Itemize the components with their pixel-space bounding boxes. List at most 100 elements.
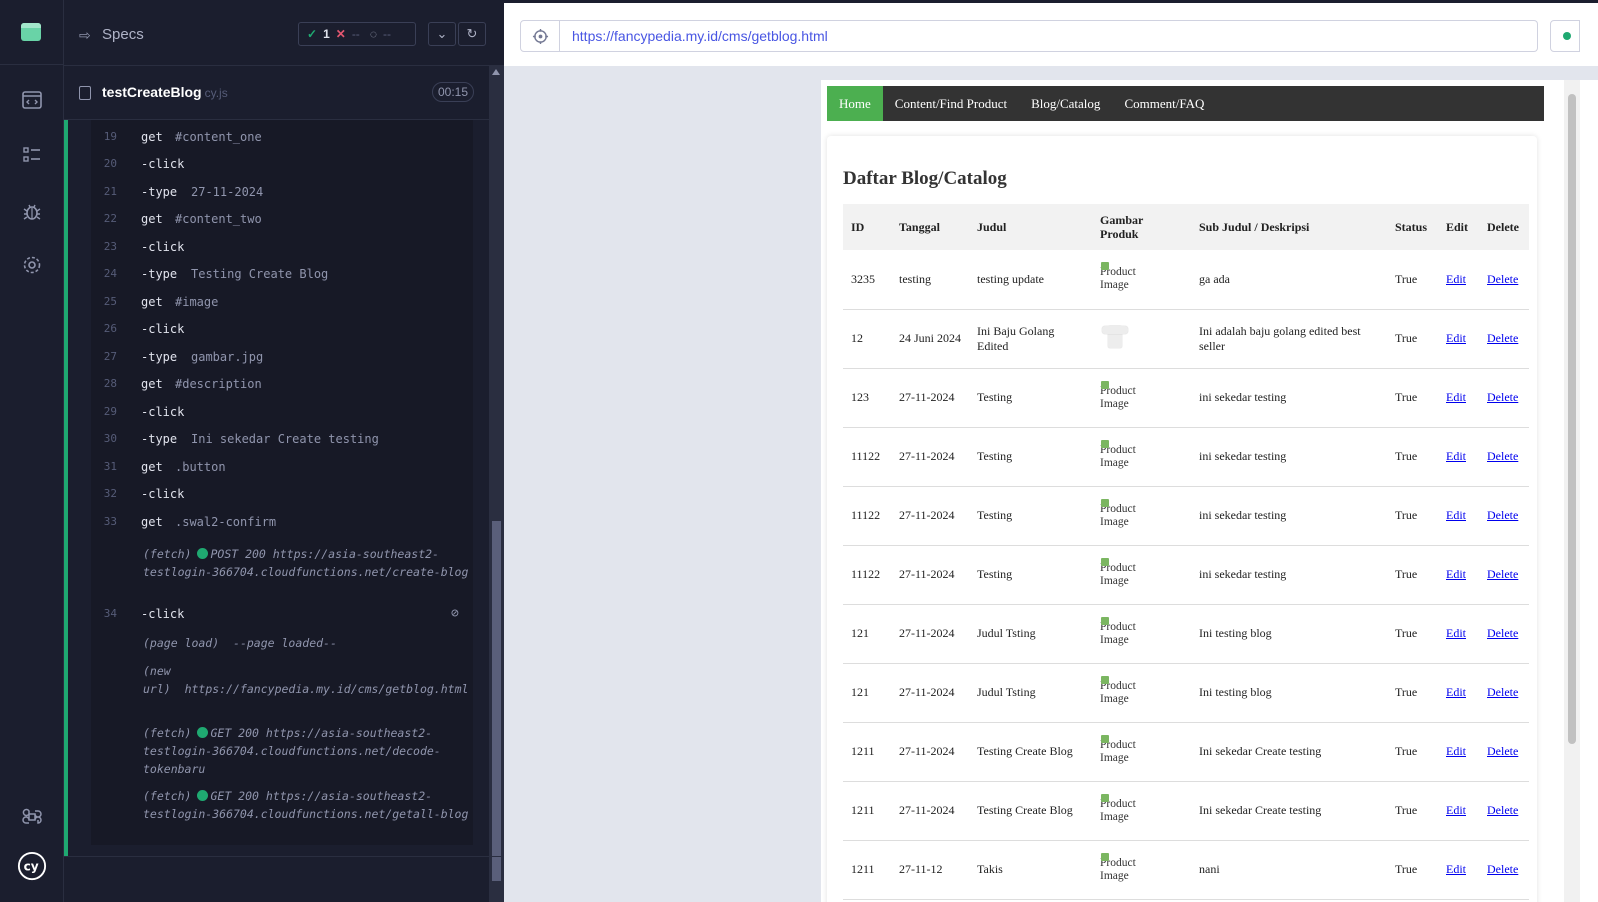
edit-link[interactable]: Edit (1446, 272, 1466, 286)
aut-url-input[interactable]: https://fancypedia.my.id/cms/getblog.htm… (560, 20, 1538, 52)
delete-link[interactable]: Delete (1487, 390, 1518, 404)
log-page-load[interactable]: (page load) --page loaded-- (143, 634, 469, 652)
command-argument: Testing Create Blog (191, 267, 329, 281)
command-row[interactable]: 22 get #content_two (91, 212, 473, 238)
specs-toggle-icon[interactable]: ⇨ (79, 27, 91, 44)
refresh-icon[interactable]: ↻ (458, 22, 486, 46)
delete-link[interactable]: Delete (1487, 567, 1518, 581)
delete-link[interactable]: Delete (1487, 508, 1518, 522)
aut-url-bar: https://fancypedia.my.id/cms/getblog.htm… (504, 0, 1598, 66)
log-new-url[interactable]: (new url) https://fancypedia.my.id/cms/g… (143, 662, 469, 698)
cell-id: 12 (843, 309, 891, 369)
log-prefix: (fetch) (143, 547, 192, 561)
edit-link[interactable]: Edit (1446, 567, 1466, 581)
log-fetch-create[interactable]: (fetch) POST 200 https://asia-southeast2-… (143, 545, 469, 581)
settings-icon[interactable] (20, 253, 44, 277)
cell-judul: Takis (969, 840, 1092, 900)
table-row: 12 24 Juni 2024 Ini Baju Golang Edited Ini … (843, 309, 1529, 369)
command-row[interactable]: 29 -click (91, 405, 473, 431)
command-row[interactable]: 24 -type Testing Create Blog (91, 267, 473, 293)
cell-deskripsi: ini sekedar testing (1191, 486, 1387, 546)
hide-icon[interactable]: ⊘ (451, 606, 459, 621)
cell-delete: Delete (1479, 722, 1529, 782)
cell-gambar: Product Image (1092, 250, 1191, 310)
selector-playground-icon[interactable] (520, 20, 560, 52)
edit-link[interactable]: Edit (1446, 508, 1466, 522)
command-row[interactable]: 19 get #content_one (91, 130, 473, 156)
cell-deskripsi: Ini testing blog (1191, 604, 1387, 664)
edit-link[interactable]: Edit (1446, 803, 1466, 817)
app-logo-icon (21, 23, 41, 41)
cell-edit: Edit (1438, 545, 1479, 605)
delete-link[interactable]: Delete (1487, 803, 1518, 817)
command-number: 33 (103, 515, 117, 528)
edit-link[interactable]: Edit (1446, 862, 1466, 876)
command-row[interactable]: 26 -click (91, 322, 473, 348)
command-row[interactable]: 23 -click (91, 240, 473, 266)
delete-link[interactable]: Delete (1487, 449, 1518, 463)
runs-icon[interactable] (20, 88, 44, 112)
table-row: 11122 27-11-2024 Testing Product Image ini s… (843, 427, 1529, 487)
delete-link[interactable]: Delete (1487, 685, 1518, 699)
command-name: get (141, 295, 163, 309)
edit-link[interactable]: Edit (1446, 744, 1466, 758)
broken-product-image: Product Image (1100, 498, 1140, 529)
command-row[interactable]: 30 -type Ini sekedar Create testing (91, 432, 473, 458)
command-row[interactable]: 27 -type gambar.jpg (91, 350, 473, 376)
reporter-scrollbar[interactable] (489, 66, 504, 902)
cypress-logo-icon[interactable]: cy (16, 850, 48, 882)
edit-link[interactable]: Edit (1446, 390, 1466, 404)
specs-list-icon[interactable] (20, 143, 44, 167)
cell-gambar: Product Image (1092, 604, 1191, 664)
command-row[interactable]: 28 get #description (91, 377, 473, 403)
nav-home[interactable]: Home (827, 86, 883, 121)
nav-comment-faq[interactable]: Comment/FAQ (1112, 86, 1216, 121)
test-stats: ✓ 1 ✕ -- ◌ -- (298, 22, 416, 46)
broken-product-image: Product Image (1100, 793, 1140, 824)
delete-link[interactable]: Delete (1487, 862, 1518, 876)
delete-link[interactable]: Delete (1487, 331, 1518, 345)
chevron-down-icon[interactable]: ⌄ (428, 22, 456, 46)
spec-title-row[interactable]: testCreateBlog cy.js 00:15 (64, 66, 492, 120)
cell-edit: Edit (1438, 722, 1479, 782)
command-name: -click (141, 157, 185, 171)
edit-link[interactable]: Edit (1446, 331, 1466, 345)
log-fetch-getall[interactable]: (fetch) GET 200 https://asia-southeast2-t… (143, 787, 469, 823)
command-row[interactable]: 32 -click (91, 487, 473, 513)
command-row[interactable]: 31 get .button (91, 460, 473, 486)
command-row[interactable]: 20 -click (91, 157, 473, 183)
aut-scrollbar[interactable] (1564, 80, 1580, 902)
debug-icon[interactable] (20, 199, 44, 223)
reporter-panel: ⇨ Specs ✓ 1 ✕ -- ◌ -- ⌄ ↻ testCreateBlog… (64, 0, 504, 902)
scroll-up-icon[interactable] (492, 69, 500, 75)
cell-id: 1211 (843, 840, 891, 900)
cell-status: True (1387, 663, 1438, 723)
cell-edit: Edit (1438, 368, 1479, 428)
nav-blog-catalog[interactable]: Blog/Catalog (1019, 86, 1112, 121)
cell-judul: Ini Baju Golang Edited (969, 309, 1092, 369)
command-row[interactable]: 33 get .swal2-confirm (91, 515, 473, 541)
viewport-info-button[interactable] (1550, 20, 1580, 52)
command-row[interactable]: 21 -type 27-11-2024 (91, 185, 473, 211)
command-number: 25 (103, 295, 117, 308)
cell-tanggal: 27-11-2024 (891, 427, 969, 487)
command-row[interactable]: 25 get #image (91, 295, 473, 321)
cell-delete: Delete (1479, 663, 1529, 723)
delete-link[interactable]: Delete (1487, 272, 1518, 286)
shortcuts-icon[interactable] (20, 805, 44, 829)
edit-link[interactable]: Edit (1446, 449, 1466, 463)
nav-content-find-product[interactable]: Content/Find Product (883, 86, 1019, 121)
aut-scrollbar-thumb[interactable] (1568, 94, 1576, 744)
command-number: 19 (103, 130, 117, 143)
delete-link[interactable]: Delete (1487, 626, 1518, 640)
col-delete: Delete (1479, 204, 1529, 250)
delete-link[interactable]: Delete (1487, 744, 1518, 758)
log-fetch-decode[interactable]: (fetch) GET 200 https://asia-southeast2-t… (143, 724, 469, 778)
scrollbar-thumb[interactable] (492, 521, 501, 881)
edit-link[interactable]: Edit (1446, 626, 1466, 640)
command-row[interactable]: 34 -click ⊘ (91, 606, 473, 633)
cell-judul: Judul Tsting (969, 604, 1092, 664)
specs-label[interactable]: Specs (102, 26, 144, 43)
broken-product-image: Product Image (1100, 675, 1140, 706)
edit-link[interactable]: Edit (1446, 685, 1466, 699)
